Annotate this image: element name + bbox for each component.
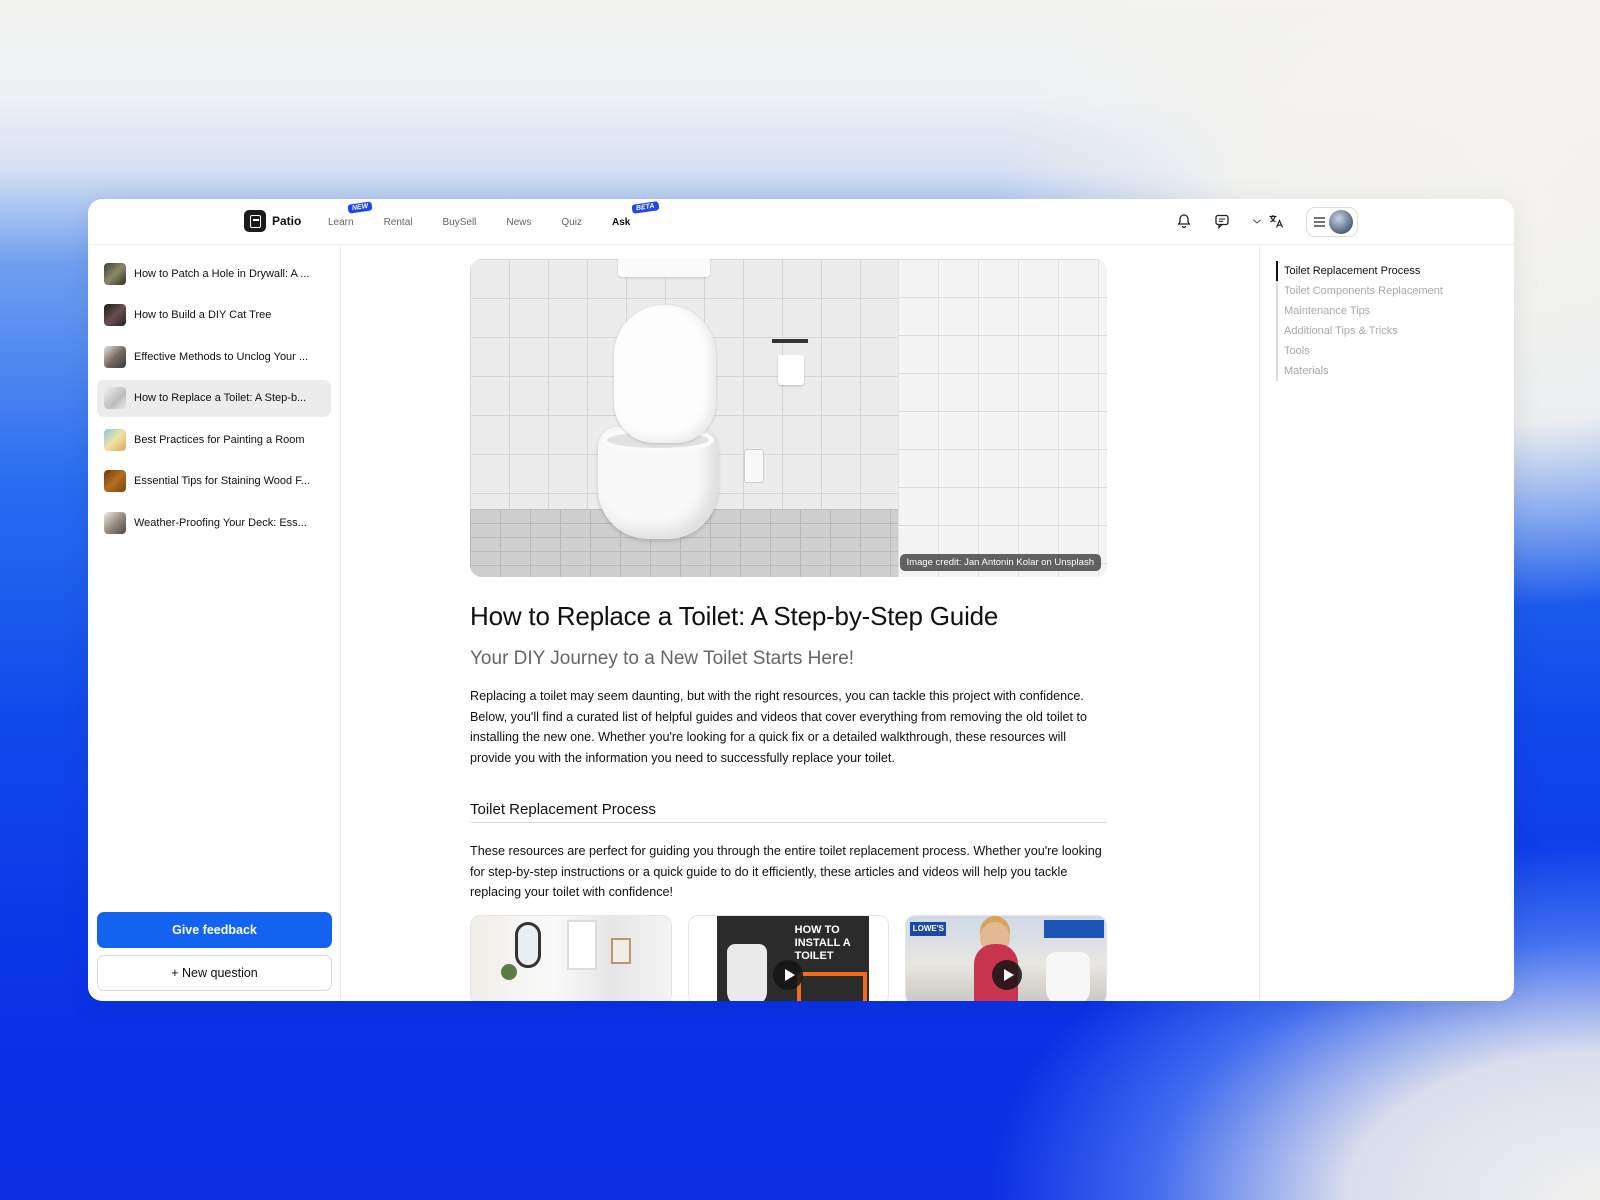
toc-item-replacement-process[interactable]: Toilet Replacement Process [1276, 261, 1514, 281]
sidebar-item-replace-toilet[interactable]: How to Replace a Toilet: A Step-b... [97, 379, 331, 417]
plant [501, 963, 517, 980]
image-credit: Image credit: Jan Antonin Kolar on Unspl… [899, 554, 1101, 571]
sidebar-item-label: How to Patch a Hole in Drywall: A ... [134, 267, 310, 280]
nav-buysell[interactable]: BuySell [442, 217, 476, 228]
sidebar-item-label: How to Replace a Toilet: A Step-b... [134, 392, 307, 404]
section-heading: Toilet Replacement Process [470, 801, 1107, 823]
sidebar-item-drywall[interactable]: How to Patch a Hole in Drywall: A ... [97, 255, 331, 292]
sidebar-item-cat-tree[interactable]: How to Build a DIY Cat Tree [97, 297, 331, 334]
top-bar: Patio Learn NEW Rental BuySell News Quiz … [88, 199, 1514, 245]
thumbnail [104, 387, 126, 409]
app-window: Patio Learn NEW Rental BuySell News Quiz … [88, 199, 1514, 1001]
store-sign: LOWE'S [910, 921, 947, 936]
thumbnail [104, 345, 126, 368]
card-thumbnail [471, 915, 671, 1001]
resource-card-video-1[interactable]: HOW TO INSTALL A TOILET [687, 914, 890, 1001]
sidebar-item-label: Best Practices for Painting a Room [134, 433, 305, 446]
sidebar-item-deck[interactable]: Weather-Proofing Your Deck: Ess... [97, 504, 331, 541]
user-menu-button[interactable] [1306, 207, 1358, 237]
question-list: How to Patch a Hole in Drywall: A ... Ho… [88, 245, 340, 541]
toilet [1046, 951, 1091, 1001]
play-icon[interactable] [772, 959, 803, 990]
article: Image credit: Jan Antonin Kolar on Unspl… [470, 259, 1108, 1001]
sidebar-item-label: How to Build a DIY Cat Tree [134, 309, 272, 321]
nav-news[interactable]: News [506, 217, 531, 228]
hero-image: Image credit: Jan Antonin Kolar on Unspl… [470, 259, 1107, 577]
video-overlay-text: HOW TO INSTALL A TOILET [794, 923, 851, 962]
toc-item-components[interactable]: Toilet Components Replacement [1276, 281, 1514, 301]
sidebar-item-unclog[interactable]: Effective Methods to Unclog Your ... [97, 338, 331, 375]
give-feedback-button[interactable]: Give feedback [97, 912, 332, 948]
bell-icon[interactable] [1176, 213, 1192, 229]
resource-card-video-2[interactable]: LOWE'S [905, 914, 1108, 1001]
article-subtitle: Your DIY Journey to a New Toilet Starts … [470, 648, 855, 669]
nav-ask[interactable]: Ask BETA [612, 200, 660, 228]
thumbnail [104, 304, 126, 326]
section-body: These resources are perfect for guiding … [470, 844, 1102, 899]
beta-badge: BETA [631, 200, 660, 214]
main-nav: Learn NEW Rental BuySell News Quiz Ask BET… [328, 199, 660, 245]
picture-frame [611, 937, 631, 964]
app-name: Patio [272, 214, 302, 228]
patio-logo-icon [244, 210, 266, 232]
play-icon[interactable] [992, 959, 1023, 990]
sidebar-item-label: Weather-Proofing Your Deck: Ess... [134, 516, 307, 529]
logo[interactable]: Patio [244, 210, 301, 232]
header-actions [1176, 213, 1284, 229]
sidebar-item-label: Effective Methods to Unclog Your ... [134, 350, 309, 363]
sidebar-item-painting[interactable]: Best Practices for Painting a Room [97, 421, 331, 458]
translate-icon[interactable] [1268, 213, 1284, 229]
resource-cards: HOW TO INSTALL A TOILET LOWE'S [470, 914, 1108, 1001]
side-wall-tiles [898, 259, 1107, 577]
toc-item-additional-tips[interactable]: Additional Tips & Tricks [1276, 321, 1514, 341]
thumbnail [104, 428, 126, 451]
window [567, 919, 597, 970]
toc-item-materials[interactable]: Materials [1276, 361, 1514, 381]
resource-card-article[interactable] [470, 914, 672, 1001]
toc-item-tools[interactable]: Tools [1276, 341, 1514, 361]
thumbnail [104, 262, 126, 285]
toc-item-maintenance[interactable]: Maintenance Tips [1276, 301, 1514, 321]
toilet-lid [614, 305, 716, 443]
thumbnail [104, 511, 126, 534]
sidebar-item-label: Essential Tips for Staining Wood F... [134, 475, 310, 487]
sidebar: How to Patch a Hole in Drywall: A ... Ho… [88, 245, 341, 1001]
orange-frame [796, 971, 867, 1001]
nav-quiz[interactable]: Quiz [561, 217, 582, 228]
table-of-contents: Toilet Replacement Process Toilet Compon… [1259, 245, 1514, 1001]
new-badge: NEW [347, 200, 373, 214]
chat-icon[interactable] [1214, 213, 1230, 229]
avatar [1329, 210, 1353, 234]
thumbnail [104, 470, 126, 492]
hamburger-icon [1314, 217, 1325, 227]
main-content: Image credit: Jan Antonin Kolar on Unspl… [342, 245, 1259, 1001]
nav-rental[interactable]: Rental [384, 217, 413, 228]
flush-plate [618, 259, 710, 277]
toilet [726, 943, 767, 1001]
new-question-button[interactable]: + New question [97, 955, 332, 991]
sidebar-item-staining[interactable]: Essential Tips for Staining Wood F... [97, 463, 331, 500]
mirror [515, 921, 541, 968]
article-title: How to Replace a Toilet: A Step-by-Step … [470, 601, 999, 631]
paper-roll [778, 355, 804, 385]
toilet-brush [744, 449, 764, 483]
chevron-down-icon[interactable] [1252, 213, 1262, 229]
store-banner [1044, 919, 1105, 938]
article-intro: Replacing a toilet may seem daunting, bu… [470, 689, 1088, 765]
nav-learn[interactable]: Learn NEW [328, 200, 373, 228]
paper-holder [772, 339, 808, 343]
